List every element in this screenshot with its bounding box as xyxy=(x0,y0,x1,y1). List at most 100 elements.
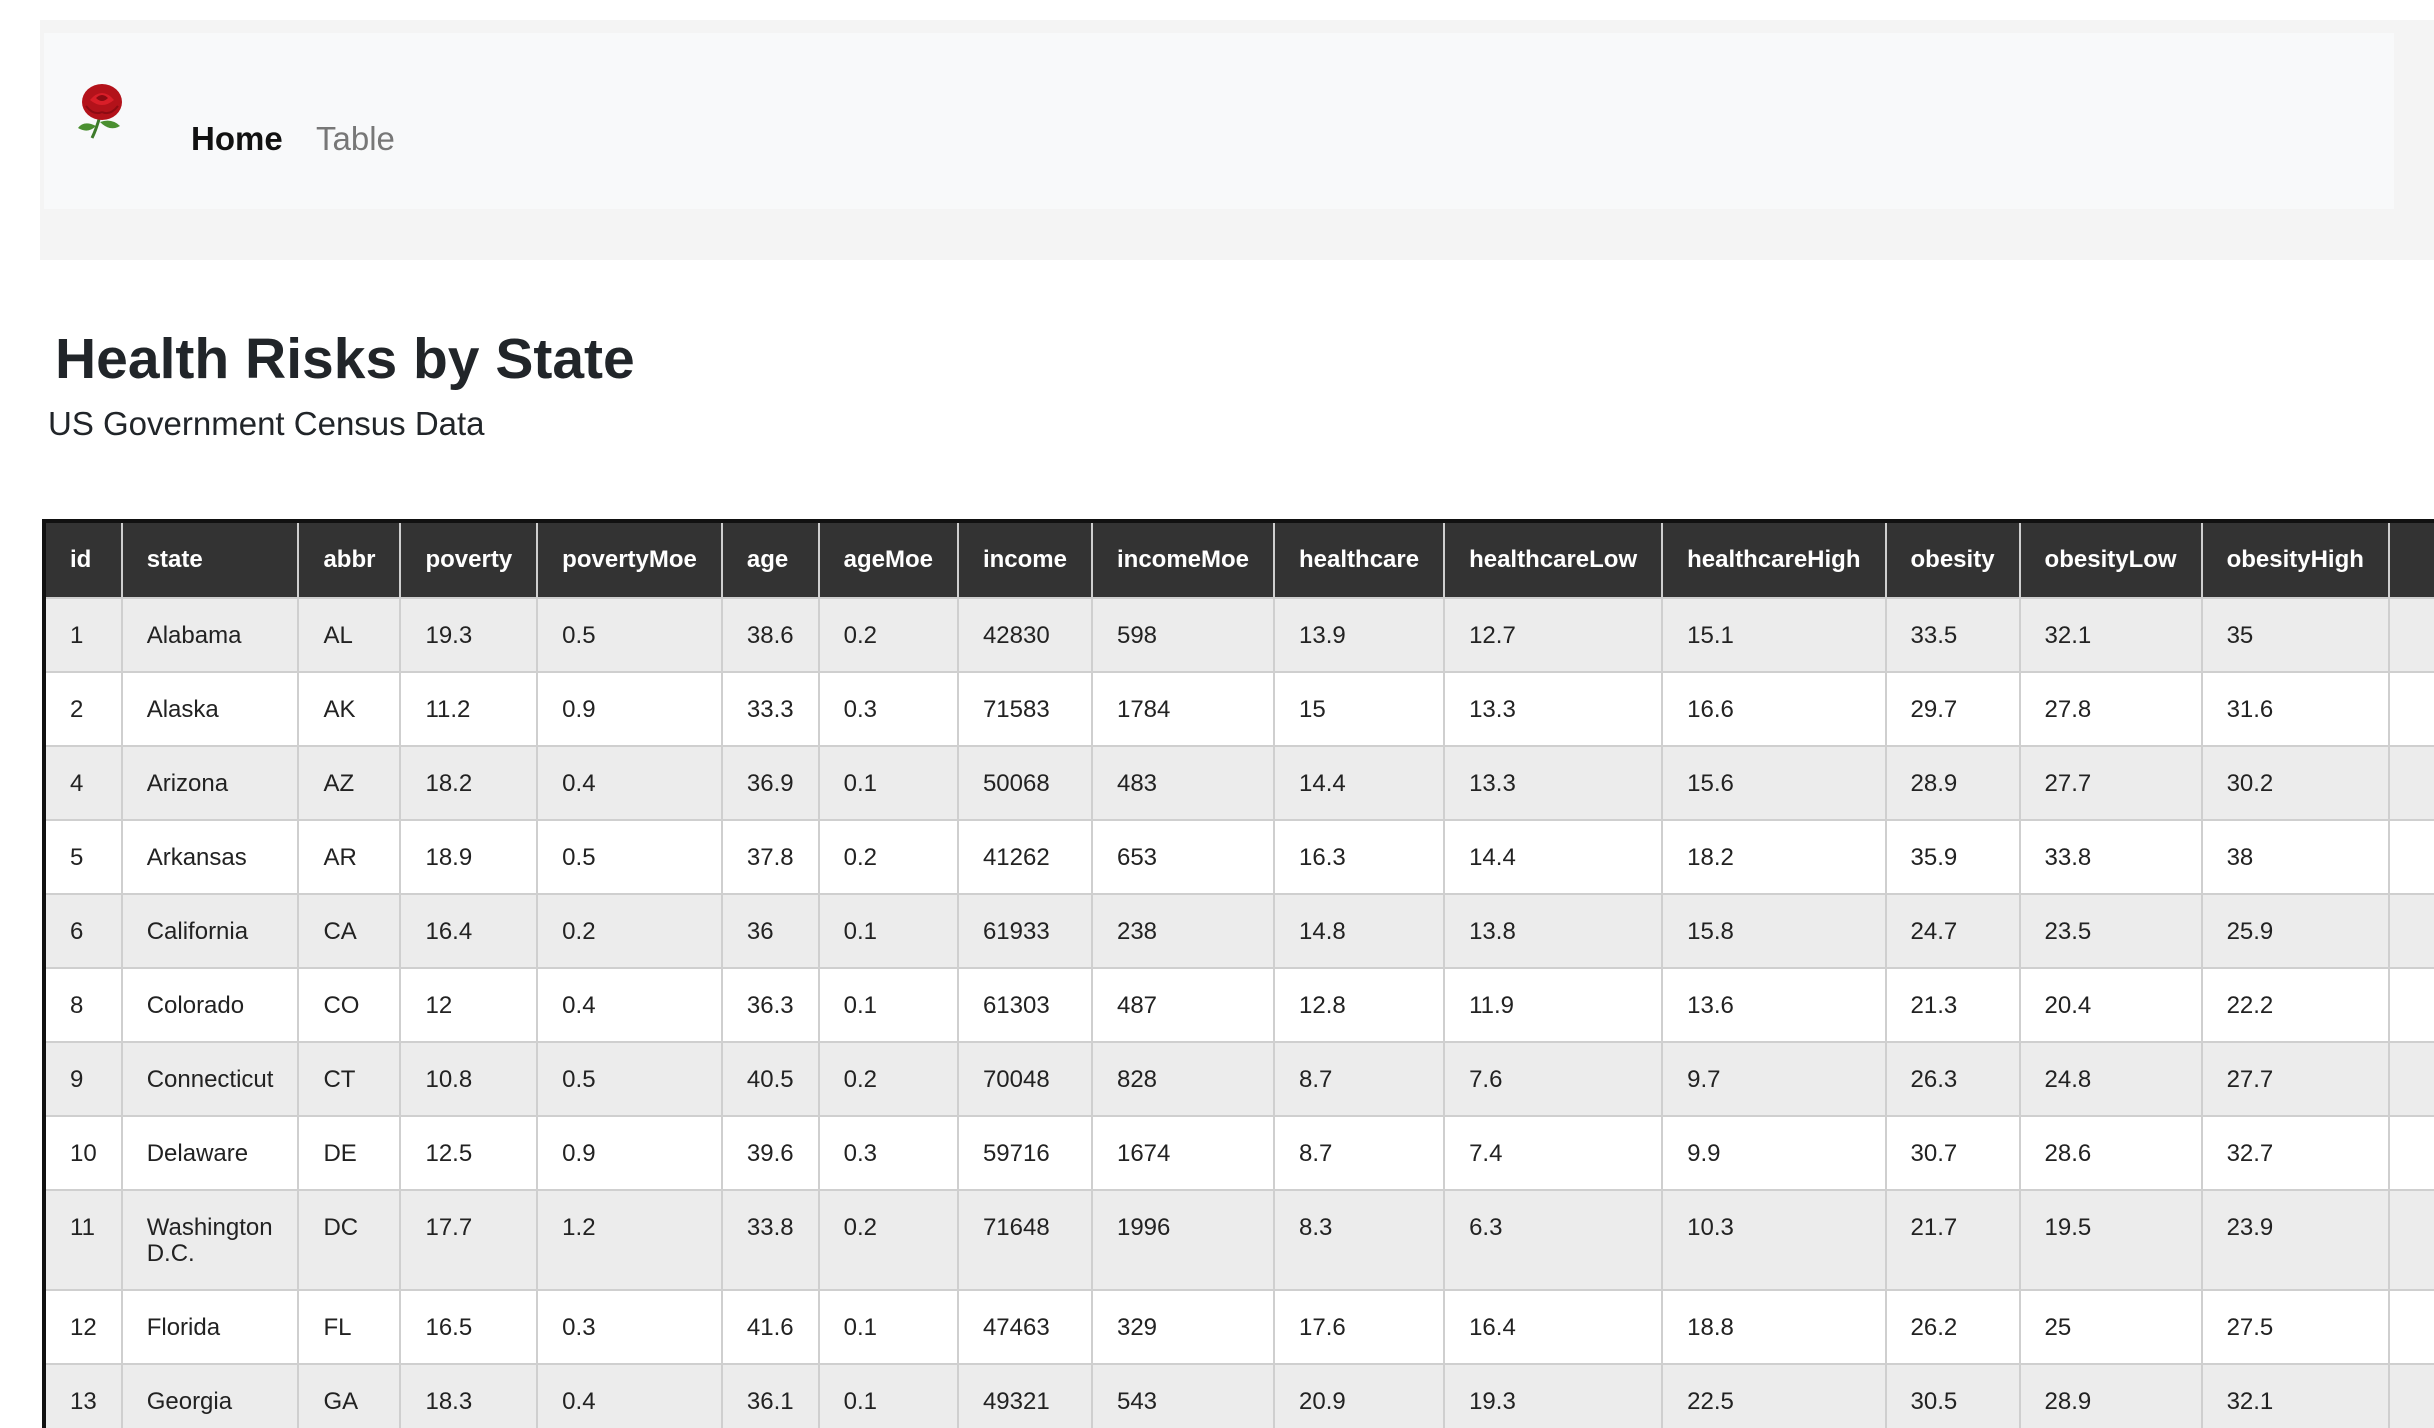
table-row: 12 Florida FL 16.5 0.3 41.6 0.1 47463 329 17.6 16.… xyxy=(43,1289,2434,1365)
table-cell-ageMoe: 0.1 xyxy=(817,1289,959,1365)
table-cell-healthcareLow: 14.4 xyxy=(1443,819,1664,895)
column-header-povertyMoe[interactable]: povertyMoe xyxy=(536,521,723,599)
table-cell-income: 49321 xyxy=(956,1363,1093,1428)
table-cell-age: 33.8 xyxy=(720,1189,820,1291)
table-cell-ageMoe: 0.2 xyxy=(817,1041,959,1117)
column-header-state[interactable]: state xyxy=(120,521,300,599)
table-cell-id: 9 xyxy=(43,1041,123,1117)
table-cell-povertyMoe: 0.4 xyxy=(536,745,723,821)
table-cell-ageMoe: 0.2 xyxy=(817,597,959,673)
table-cell-abbr: DC xyxy=(297,1189,402,1291)
column-header-healthcareHigh[interactable]: healthcareHigh xyxy=(1661,521,1887,599)
column-header-ageMoe[interactable]: ageMoe xyxy=(817,521,959,599)
column-header-income[interactable]: income xyxy=(956,521,1093,599)
table-cell-age: 39.6 xyxy=(720,1115,820,1191)
column-header-obesity[interactable]: obesity xyxy=(1884,521,2021,599)
table-cell-obesityHigh: 32.1 xyxy=(2200,1363,2390,1428)
nav-link-home[interactable]: Home xyxy=(191,120,283,158)
nav-link-table[interactable]: Table xyxy=(316,120,395,158)
table-cell-healthcare: 17.6 xyxy=(1273,1289,1446,1365)
table-cell-healthcare: 16.3 xyxy=(1273,819,1446,895)
table-cell-age: 36 xyxy=(720,893,820,969)
table-cell-healthcare: 15 xyxy=(1273,671,1446,747)
table-cell-healthcareHigh: 9.9 xyxy=(1661,1115,1887,1191)
table-cell-id: 1 xyxy=(43,597,123,673)
column-header-healthcare[interactable]: healthcare xyxy=(1273,521,1446,599)
table-cell-abbr: AZ xyxy=(297,745,402,821)
table-cell-obesityHigh: 32.7 xyxy=(2200,1115,2390,1191)
table-cell-poverty: 18.3 xyxy=(399,1363,539,1428)
table-cell-povertyMoe: 0.5 xyxy=(536,1041,723,1117)
table-cell-healthcareHigh: 15.1 xyxy=(1661,597,1887,673)
table-cell-povertyMoe: 0.4 xyxy=(536,1363,723,1428)
table-cell-incomeMoe: 487 xyxy=(1090,967,1276,1043)
table-cell-income: 70048 xyxy=(956,1041,1093,1117)
page-title: Health Risks by State xyxy=(55,327,635,391)
table-row: 13 Georgia GA 18.3 0.4 36.1 0.1 49321 543 20.9 19.… xyxy=(43,1363,2434,1428)
table-cell-id: 10 xyxy=(43,1115,123,1191)
rose-icon[interactable] xyxy=(70,76,134,140)
table-cell-incomeMoe: 653 xyxy=(1090,819,1276,895)
table-cell-income: 71583 xyxy=(956,671,1093,747)
table-cell-state: Washington D.C. xyxy=(120,1189,300,1291)
table-cell-obesityLow: 24.8 xyxy=(2018,1041,2203,1117)
table-cell-povertyMoe: 0.4 xyxy=(536,967,723,1043)
data-table: id state abbr poverty povertyMoe age ageMoe inc… xyxy=(42,519,2434,1428)
column-header-id[interactable]: id xyxy=(43,521,123,599)
table-cell-obesity: 29.7 xyxy=(1884,671,2021,747)
table-cell-obesityLow: 19.5 xyxy=(2018,1189,2203,1291)
table-cell-age: 36.1 xyxy=(720,1363,820,1428)
table-cell-incomeMoe: 483 xyxy=(1090,745,1276,821)
table-cell-healthcareLow: 7.6 xyxy=(1443,1041,1664,1117)
table-cell-healthcareHigh: 18.2 xyxy=(1661,819,1887,895)
table-cell-healthcareHigh: 10.3 xyxy=(1661,1189,1887,1291)
table-cell-poverty: 18.2 xyxy=(399,745,539,821)
table-row: 10 Delaware DE 12.5 0.9 39.6 0.3 59716 1674 8.7 7.… xyxy=(43,1115,2434,1191)
table-cell-obesity: 35.9 xyxy=(1884,819,2021,895)
table-cell-obesityLow: 33.8 xyxy=(2018,819,2203,895)
table-cell-povertyMoe: 0.2 xyxy=(536,893,723,969)
column-header-obesityHigh[interactable]: obesityHigh xyxy=(2200,521,2390,599)
table-cell-ageMoe: 0.1 xyxy=(817,745,959,821)
table-row: 2 Alaska AK 11.2 0.9 33.3 0.3 71583 1784 15 13.3 16… xyxy=(43,671,2434,747)
table-cell-incomeMoe: 543 xyxy=(1090,1363,1276,1428)
column-header-obesityLow[interactable]: obesityLow xyxy=(2018,521,2203,599)
column-header-abbr[interactable]: abbr xyxy=(297,521,402,599)
table-cell-ageMoe: 0.2 xyxy=(817,1189,959,1291)
table-cell-obesity: 24.7 xyxy=(1884,893,2021,969)
table-cell-age: 40.5 xyxy=(720,1041,820,1117)
table-cell-income: 71648 xyxy=(956,1189,1093,1291)
table-cell-poverty: 19.3 xyxy=(399,597,539,673)
table-cell-incomeMoe: 329 xyxy=(1090,1289,1276,1365)
table-cell-povertyMoe: 0.5 xyxy=(536,597,723,673)
table-cell-healthcareLow: 7.4 xyxy=(1443,1115,1664,1191)
table-cell-obesityLow: 27.8 xyxy=(2018,671,2203,747)
column-header-poverty[interactable]: poverty xyxy=(399,521,539,599)
table-cell-povertyMoe: 0.9 xyxy=(536,1115,723,1191)
table-cell-incomeMoe: 1784 xyxy=(1090,671,1276,747)
table-cell-overflow xyxy=(2387,893,2434,969)
table-cell-obesity: 30.5 xyxy=(1884,1363,2021,1428)
table-cell-obesity: 33.5 xyxy=(1884,597,2021,673)
table-cell-incomeMoe: 1996 xyxy=(1090,1189,1276,1291)
column-header-age[interactable]: age xyxy=(720,521,820,599)
table-cell-obesityHigh: 25.9 xyxy=(2200,893,2390,969)
column-header-healthcareLow[interactable]: healthcareLow xyxy=(1443,521,1664,599)
column-header-incomeMoe[interactable]: incomeMoe xyxy=(1090,521,1276,599)
table-cell-state: Arkansas xyxy=(120,819,300,895)
table-cell-healthcareHigh: 9.7 xyxy=(1661,1041,1887,1117)
table-cell-abbr: AK xyxy=(297,671,402,747)
data-table-container: id state abbr poverty povertyMoe age ageMoe inc… xyxy=(42,519,2434,1428)
table-cell-id: 5 xyxy=(43,819,123,895)
table-cell-obesityHigh: 38 xyxy=(2200,819,2390,895)
table-cell-abbr: GA xyxy=(297,1363,402,1428)
table-cell-ageMoe: 0.1 xyxy=(817,1363,959,1428)
table-row: 6 California CA 16.4 0.2 36 0.1 61933 238 14.8 13.… xyxy=(43,893,2434,969)
table-cell-id: 12 xyxy=(43,1289,123,1365)
table-cell-healthcareHigh: 22.5 xyxy=(1661,1363,1887,1428)
table-cell-healthcare: 8.7 xyxy=(1273,1115,1446,1191)
table-cell-incomeMoe: 598 xyxy=(1090,597,1276,673)
table-cell-obesityHigh: 31.6 xyxy=(2200,671,2390,747)
table-cell-obesityLow: 32.1 xyxy=(2018,597,2203,673)
table-body: 1 Alabama AL 19.3 0.5 38.6 0.2 42830 598 13.9 12.7… xyxy=(43,597,2434,1428)
